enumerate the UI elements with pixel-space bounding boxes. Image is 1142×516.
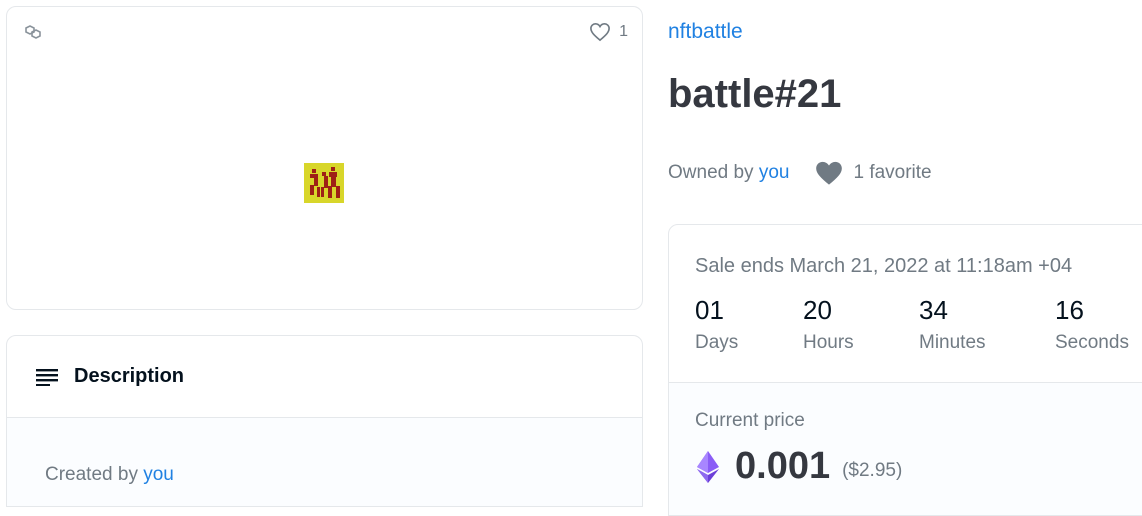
text-lines-icon — [36, 368, 58, 386]
owned-by-label: Owned by — [668, 162, 754, 183]
countdown-value: 34 — [919, 295, 948, 325]
price-section: Current price 0.001 ($2.95) — [669, 382, 1142, 515]
countdown-unit: Days — [695, 332, 739, 353]
nft-image[interactable] — [304, 163, 344, 203]
owner-row: Owned by you 1 favorite — [668, 160, 932, 186]
created-by-text: Created by you — [45, 464, 174, 485]
countdown-hours: 20 Hours — [803, 295, 854, 354]
countdown-unit: Minutes — [919, 332, 986, 353]
heart-outline-icon — [590, 22, 611, 42]
price-value: 0.001 — [735, 445, 831, 487]
collection-link[interactable]: nftbattle — [668, 20, 743, 44]
item-title: battle#21 — [668, 72, 842, 116]
price-usd: ($2.95) — [842, 459, 903, 481]
current-price-label: Current price — [695, 410, 805, 431]
favorites-count-link[interactable]: 1 favorite — [853, 162, 931, 184]
media-card: 1 — [6, 6, 643, 310]
countdown-seconds: 16 Seconds — [1055, 295, 1129, 354]
polygon-chain-icon — [25, 25, 41, 39]
countdown-days: 01 Days — [695, 295, 738, 354]
created-by-label: Created by — [45, 464, 138, 485]
description-title: Description — [74, 365, 185, 387]
countdown-unit: Seconds — [1055, 332, 1129, 353]
sale-panel: Sale ends March 21, 2022 at 11:18am +04 … — [668, 224, 1142, 516]
owner-link[interactable]: you — [759, 162, 790, 184]
favorite-button[interactable]: 1 — [589, 22, 628, 42]
sale-ends-text: Sale ends March 21, 2022 at 11:18am +04 — [695, 255, 1073, 277]
ethereum-icon — [697, 450, 719, 483]
countdown-value: 20 — [803, 295, 832, 325]
battle-figure-image — [304, 163, 344, 203]
heart-filled-icon — [816, 161, 843, 185]
description-header[interactable]: Description — [7, 336, 642, 418]
description-panel: Description Created by you — [6, 335, 643, 507]
countdown-minutes: 34 Minutes — [919, 295, 986, 354]
favorite-count: 1 — [619, 23, 628, 40]
countdown-value: 16 — [1055, 295, 1084, 325]
countdown-unit: Hours — [803, 332, 854, 353]
creator-link[interactable]: you — [143, 464, 174, 485]
price-row: 0.001 ($2.95) — [697, 445, 902, 488]
countdown-value: 01 — [695, 295, 724, 325]
description-body: Created by you — [7, 418, 642, 506]
